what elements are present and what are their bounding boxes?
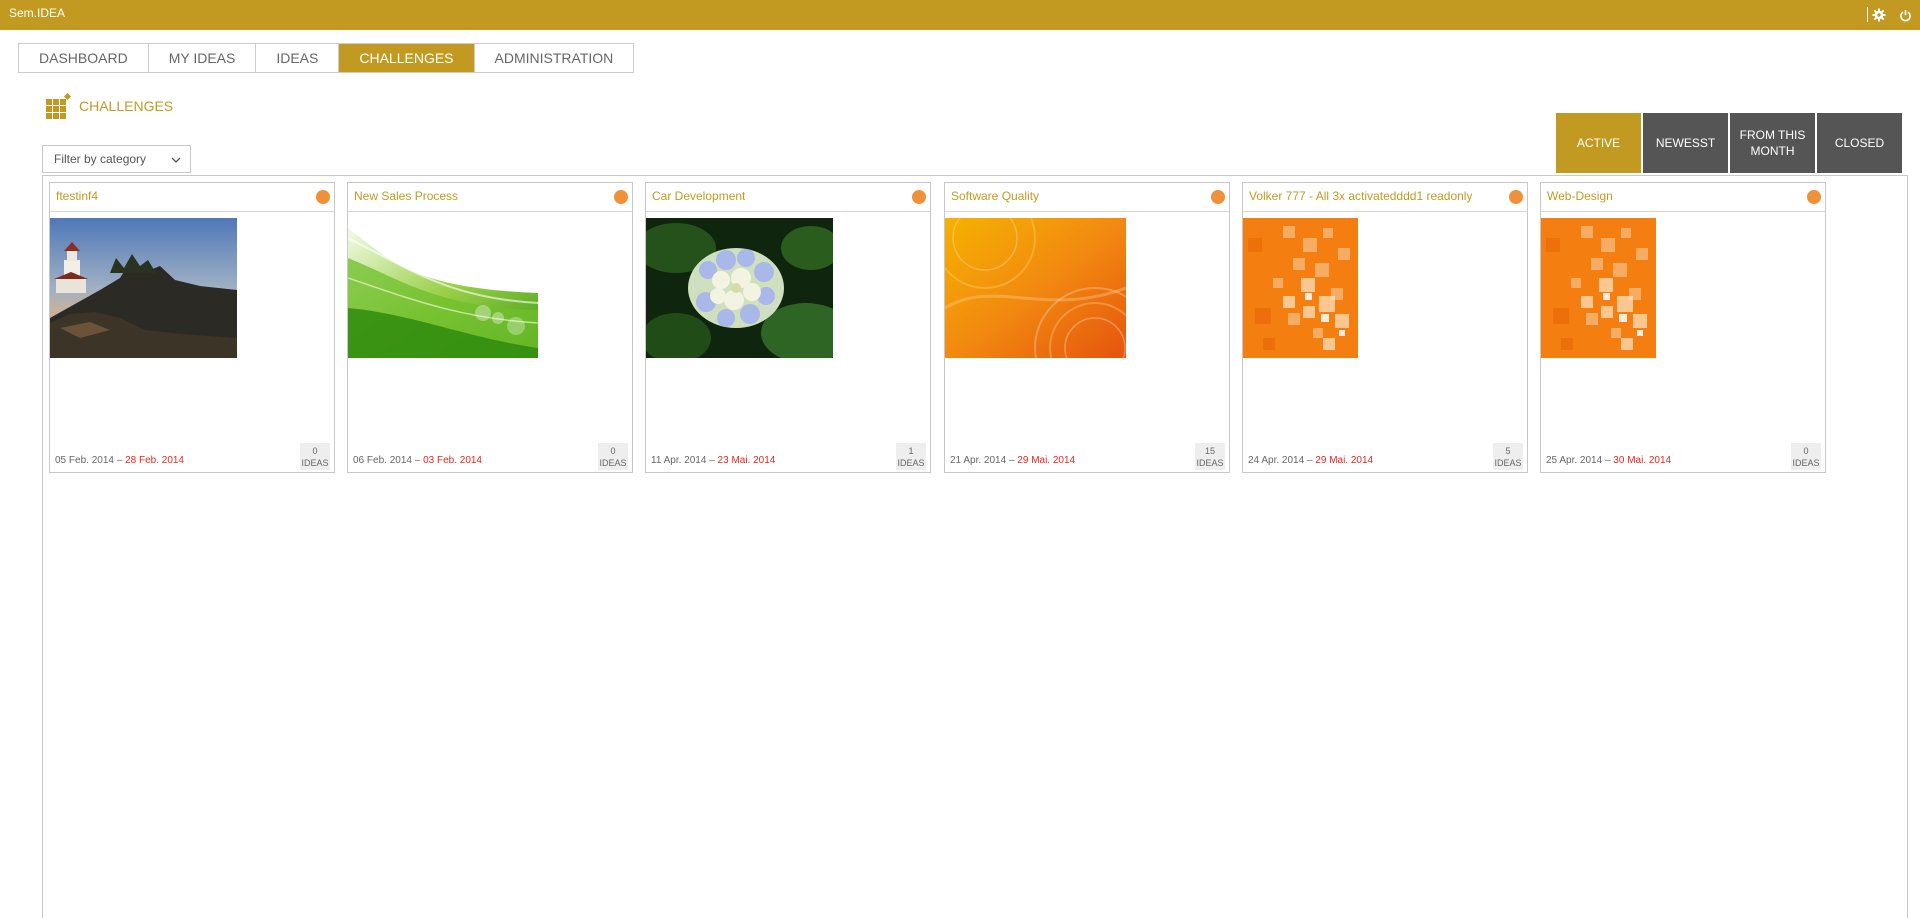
- challenge-card-new-sales-process[interactable]: New Sales Process 06 Feb. 2014 – 03 Feb.…: [347, 182, 633, 473]
- view-active-button[interactable]: ACTIVE: [1556, 113, 1641, 173]
- ideas-label: IDEAS: [301, 458, 329, 468]
- ideas-count-badge: 1 IDEAS: [896, 443, 926, 470]
- challenge-card-web-design[interactable]: Web-Design 25 Apr. 2014 – 30 Mai. 2014 0…: [1540, 182, 1826, 473]
- challenge-dates: 21 Apr. 2014 – 29 Mai. 2014: [950, 455, 1075, 466]
- page-title: CHALLENGES: [79, 98, 174, 114]
- date-separator: –: [414, 455, 421, 466]
- status-dot-icon: [614, 190, 628, 204]
- ideas-count-badge: 0 IDEAS: [300, 443, 330, 470]
- challenge-title[interactable]: Car Development: [652, 189, 745, 203]
- challenge-card-car-development[interactable]: Car Development 11 Apr. 2014 – 23 Mai. 2…: [645, 182, 931, 473]
- date-separator: –: [1306, 455, 1313, 466]
- view-closed-button[interactable]: CLOSED: [1817, 113, 1902, 173]
- ideas-count: 0: [1803, 446, 1809, 456]
- view-newest-button[interactable]: NEWESST: [1643, 113, 1728, 173]
- tab-ideas[interactable]: IDEAS: [256, 44, 340, 72]
- status-dot-icon: [316, 190, 330, 204]
- end-date: 29 Mai. 2014: [1017, 455, 1076, 466]
- start-date: 25 Apr. 2014: [1546, 455, 1603, 466]
- ideas-count-badge: 15 IDEAS: [1195, 443, 1225, 470]
- challenge-image-lighthouse: [50, 218, 237, 358]
- settings-gear-icon[interactable]: [1870, 6, 1888, 24]
- status-dot-icon: [912, 190, 926, 204]
- challenge-card-software-quality[interactable]: Software Quality 21 Apr. 2014 – 29 Mai. …: [944, 182, 1230, 473]
- view-filter-buttons: ACTIVE NEWESST FROM THIS MONTH CLOSED: [1556, 113, 1904, 173]
- challenge-title[interactable]: Volker 777 - All 3x activatedddd1 readon…: [1249, 189, 1472, 203]
- ideas-label: IDEAS: [1196, 458, 1224, 468]
- challenge-card-ftestinf4[interactable]: ftestinf4 05 Feb. 2014 – 28 Feb. 2014 0 …: [49, 182, 335, 473]
- start-date: 24 Apr. 2014: [1248, 455, 1305, 466]
- challenge-card-volker-777[interactable]: Volker 777 - All 3x activatedddd1 readon…: [1242, 182, 1528, 473]
- date-separator: –: [1008, 455, 1015, 466]
- app-title: Sem.IDEA: [9, 6, 66, 20]
- start-date: 11 Apr. 2014: [651, 455, 707, 466]
- main-nav: DASHBOARD MY IDEAS IDEAS CHALLENGES ADMI…: [18, 43, 635, 73]
- card-header: New Sales Process: [348, 183, 632, 212]
- challenge-dates: 05 Feb. 2014 – 28 Feb. 2014: [55, 455, 184, 466]
- ideas-count: 15: [1204, 446, 1215, 456]
- power-icon[interactable]: [1896, 6, 1914, 24]
- tab-administration[interactable]: ADMINISTRATION: [474, 44, 634, 72]
- chevron-down-icon: [171, 154, 181, 168]
- card-header: Car Development: [646, 183, 930, 212]
- card-header: Volker 777 - All 3x activatedddd1 readon…: [1243, 183, 1527, 212]
- top-bar: Sem.IDEA: [0, 0, 1920, 30]
- page-heading: CHALLENGES: [46, 92, 174, 119]
- challenge-dates: 25 Apr. 2014 – 30 Mai. 2014: [1546, 455, 1671, 466]
- challenge-image-hydrangea-flower: [646, 218, 833, 358]
- challenge-dates: 24 Apr. 2014 – 29 Mai. 2014: [1248, 455, 1373, 466]
- ideas-label: IDEAS: [599, 458, 627, 468]
- status-dot-icon: [1509, 190, 1523, 204]
- date-separator: –: [1604, 455, 1611, 466]
- challenge-title[interactable]: ftestinf4: [56, 189, 98, 203]
- ideas-count: 0: [312, 446, 318, 456]
- ideas-label: IDEAS: [1792, 458, 1820, 468]
- ideas-label: IDEAS: [897, 458, 925, 468]
- challenge-title[interactable]: New Sales Process: [354, 189, 458, 203]
- category-filter-select[interactable]: Filter by category: [42, 145, 191, 173]
- challenge-dates: 06 Feb. 2014 – 03 Feb. 2014: [353, 455, 482, 466]
- ideas-count-badge: 5 IDEAS: [1493, 443, 1523, 470]
- date-separator: –: [116, 455, 123, 466]
- ideas-count: 5: [1505, 446, 1511, 456]
- ideas-count-badge: 0 IDEAS: [598, 443, 628, 470]
- grid-icon: [46, 92, 72, 119]
- tab-my-ideas[interactable]: MY IDEAS: [148, 44, 257, 72]
- end-date: 28 Feb. 2014: [125, 455, 184, 466]
- card-header: ftestinf4: [50, 183, 334, 212]
- challenge-image-orange-swirls: [945, 218, 1126, 358]
- end-date: 03 Feb. 2014: [423, 455, 482, 466]
- card-header: Software Quality: [945, 183, 1229, 212]
- ideas-count-badge: 0 IDEAS: [1791, 443, 1821, 470]
- challenge-image-orange-squares: [1243, 218, 1358, 358]
- card-header: Web-Design: [1541, 183, 1825, 212]
- status-dot-icon: [1807, 190, 1821, 204]
- end-date: 29 Mai. 2014: [1315, 455, 1374, 466]
- challenge-title[interactable]: Software Quality: [951, 189, 1039, 203]
- start-date: 06 Feb. 2014: [353, 455, 412, 466]
- challenge-dates: 11 Apr. 2014 – 23 Mai. 2014: [651, 455, 775, 466]
- ideas-count: 1: [908, 446, 914, 456]
- challenge-image-orange-squares: [1541, 218, 1656, 358]
- tab-challenges[interactable]: CHALLENGES: [339, 44, 475, 72]
- tab-dashboard[interactable]: DASHBOARD: [19, 44, 149, 72]
- end-date: 30 Mai. 2014: [1613, 455, 1672, 466]
- topbar-divider: [1867, 7, 1868, 22]
- status-dot-icon: [1211, 190, 1225, 204]
- end-date: 23 Mai. 2014: [717, 455, 776, 466]
- ideas-count: 0: [610, 446, 616, 456]
- ideas-label: IDEAS: [1494, 458, 1522, 468]
- start-date: 21 Apr. 2014: [950, 455, 1007, 466]
- category-filter-text: Filter by category: [54, 152, 147, 166]
- challenge-title[interactable]: Web-Design: [1547, 189, 1613, 203]
- start-date: 05 Feb. 2014: [55, 455, 114, 466]
- date-separator: –: [709, 455, 715, 466]
- view-this-month-button[interactable]: FROM THIS MONTH: [1730, 113, 1815, 173]
- challenge-image-green-waves: [348, 218, 538, 358]
